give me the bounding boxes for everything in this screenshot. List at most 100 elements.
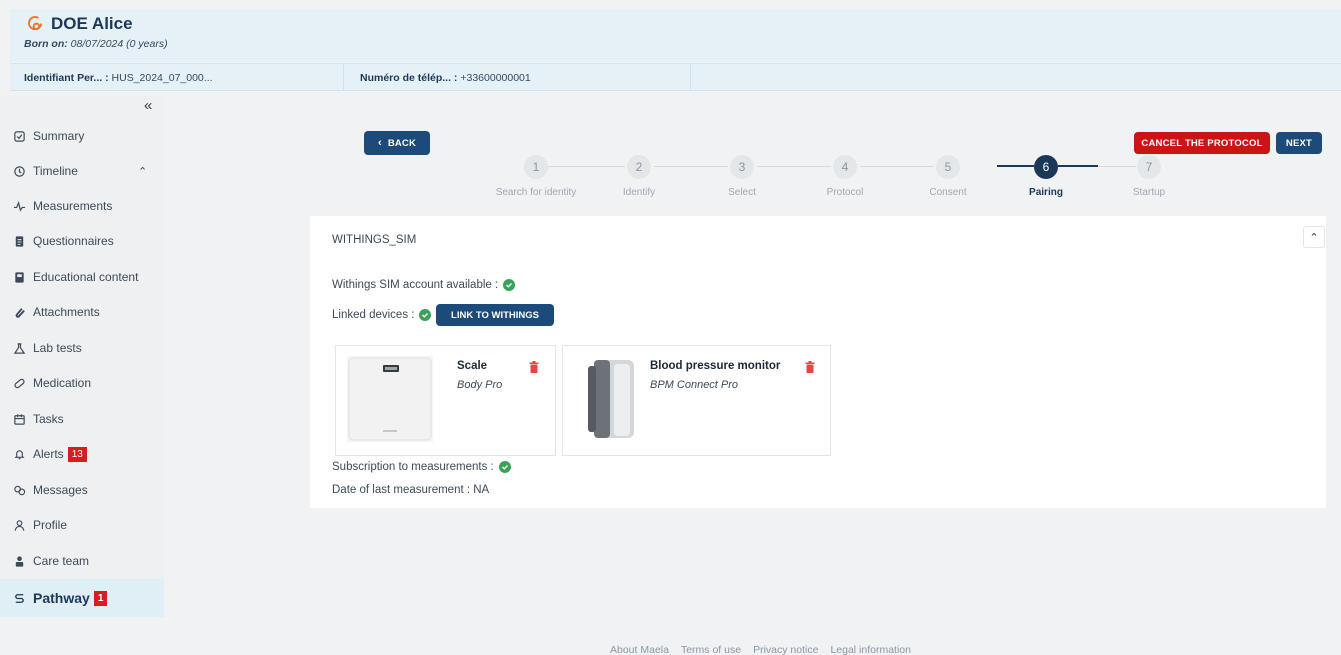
card-title: WITHINGS_SIM xyxy=(332,234,417,246)
document-icon xyxy=(12,234,26,248)
user-icon xyxy=(12,518,26,532)
sidebar-item-care-team[interactable]: Care team xyxy=(0,544,164,578)
divider xyxy=(343,64,344,91)
step-1-label: Search for identity xyxy=(495,187,577,198)
step-3-label: Select xyxy=(728,187,756,198)
team-icon xyxy=(12,554,26,568)
patient-header xyxy=(10,9,1341,62)
trash-icon[interactable] xyxy=(529,361,539,373)
sidebar-item-label: Timeline xyxy=(33,164,78,178)
subscription-label: Subscription to measurements : xyxy=(332,461,494,473)
scale-image xyxy=(347,356,433,442)
phone-field: Numéro de télép... : +33600000001 xyxy=(360,72,531,84)
sidebar-item-label: Profile xyxy=(33,518,68,532)
device-model: Body Pro xyxy=(457,379,503,391)
check-icon xyxy=(419,309,432,321)
step-5-label: Consent xyxy=(929,187,967,198)
step-2: 2 xyxy=(627,155,651,179)
withings-card: WITHINGS_SIM ⌃ Withings SIM account avai… xyxy=(310,216,1326,508)
chevron-left-icon: ‹ xyxy=(377,137,382,149)
check-icon xyxy=(498,461,511,473)
step-5: 5 xyxy=(936,155,960,179)
footer: About Maela Terms of use Privacy notice … xyxy=(610,644,911,655)
patient-icon xyxy=(28,15,43,30)
trash-icon[interactable] xyxy=(805,361,815,373)
sidebar: « Summary Timeline ⌃ Measurements Questi… xyxy=(0,95,164,617)
step-connector xyxy=(757,166,831,167)
sidebar-item-label: Pathway xyxy=(33,590,90,606)
messages-icon xyxy=(12,483,26,497)
step-4-label: Protocol xyxy=(826,187,864,198)
sidebar-item-measurements[interactable]: Measurements xyxy=(0,189,164,223)
device-card-scale: Scale Body Pro xyxy=(335,345,556,456)
next-button[interactable]: NEXT xyxy=(1276,132,1322,154)
sidebar-item-timeline[interactable]: Timeline ⌃ xyxy=(0,154,164,188)
device-card-bpm: Blood pressure monitor BPM Connect Pro xyxy=(562,345,831,456)
sidebar-item-label: Questionnaires xyxy=(33,234,114,248)
sidebar-item-medication[interactable]: Medication xyxy=(0,366,164,400)
step-connector xyxy=(1098,166,1136,167)
sidebar-item-messages[interactable]: Messages xyxy=(0,473,164,507)
device-model: BPM Connect Pro xyxy=(650,379,739,391)
sidebar-item-educational-content[interactable]: Educational content xyxy=(0,260,164,294)
sidebar-item-summary[interactable]: Summary xyxy=(0,119,164,153)
sidebar-item-alerts[interactable]: Alerts 13 xyxy=(0,437,164,471)
step-connector xyxy=(654,166,728,167)
step-7: 7 xyxy=(1137,155,1161,179)
device-name: Scale xyxy=(457,360,488,372)
bell-icon xyxy=(12,447,26,461)
collapse-sidebar-icon[interactable]: « xyxy=(144,97,152,114)
patient-name-text: DOE Alice xyxy=(51,14,133,33)
step-1: 1 xyxy=(524,155,548,179)
step-connector xyxy=(548,166,625,167)
footer-link-legal[interactable]: Legal information xyxy=(830,644,911,655)
footer-link-terms[interactable]: Terms of use xyxy=(681,644,741,655)
scrollbar[interactable] xyxy=(1329,216,1341,508)
sidebar-item-profile[interactable]: Profile xyxy=(0,508,164,542)
step-connector xyxy=(860,166,934,167)
chevron-up-icon[interactable]: ⌃ xyxy=(138,165,147,178)
lab-icon xyxy=(12,341,26,355)
step-7-label: Startup xyxy=(1132,187,1166,198)
sidebar-item-attachments[interactable]: Attachments xyxy=(0,295,164,329)
sidebar-item-label: Measurements xyxy=(33,199,113,213)
last-measurement-label: Date of last measurement : NA xyxy=(332,484,490,496)
footer-link-about[interactable]: About Maela xyxy=(610,644,669,655)
sidebar-item-label: Lab tests xyxy=(33,341,82,355)
back-button[interactable]: ‹ BACK xyxy=(364,131,430,155)
calendar-icon xyxy=(12,412,26,426)
sidebar-item-pathway[interactable]: Pathway 1 xyxy=(0,579,164,617)
last-measurement: Date of last measurement : NA xyxy=(332,484,489,496)
account-label: Withings SIM account available : xyxy=(332,279,499,291)
patient-name: DOE Alice xyxy=(28,14,133,34)
device-name: Blood pressure monitor xyxy=(650,360,781,372)
sidebar-item-label: Attachments xyxy=(33,305,100,319)
link-to-withings-button[interactable]: LINK TO WITHINGS xyxy=(436,304,554,326)
sidebar-item-label: Care team xyxy=(33,554,90,568)
sidebar-item-label: Educational content xyxy=(33,270,139,284)
sidebar-item-label: Tasks xyxy=(33,412,64,426)
sidebar-item-lab-tests[interactable]: Lab tests xyxy=(0,331,164,365)
identifier-field: Identifiant Per... : HUS_2024_07_000... xyxy=(24,72,213,84)
cancel-protocol-button[interactable]: CANCEL THE PROTOCOL xyxy=(1134,132,1270,154)
check-icon xyxy=(503,279,516,291)
birth-date: Born on: 08/07/2024 (0 years) xyxy=(24,38,168,50)
pathway-icon xyxy=(12,591,26,605)
divider xyxy=(690,64,691,91)
alerts-badge: 13 xyxy=(67,446,87,462)
sidebar-item-tasks[interactable]: Tasks xyxy=(0,402,164,436)
footer-link-privacy[interactable]: Privacy notice xyxy=(753,644,818,655)
step-connector xyxy=(997,165,1034,167)
clock-icon xyxy=(12,164,26,178)
step-connector xyxy=(1058,165,1098,167)
linked-label: Linked devices : xyxy=(332,309,415,321)
pathway-badge: 1 xyxy=(93,590,108,606)
summary-icon xyxy=(12,129,26,143)
collapse-card-button[interactable]: ⌃ xyxy=(1303,226,1325,248)
chevron-up-icon: ⌃ xyxy=(1309,231,1319,244)
linked-devices-status: Linked devices : xyxy=(332,309,432,321)
subscription-status: Subscription to measurements : xyxy=(332,461,511,473)
sidebar-item-questionnaires[interactable]: Questionnaires xyxy=(0,224,164,258)
step-4: 4 xyxy=(833,155,857,179)
sidebar-item-label: Medication xyxy=(33,376,92,390)
